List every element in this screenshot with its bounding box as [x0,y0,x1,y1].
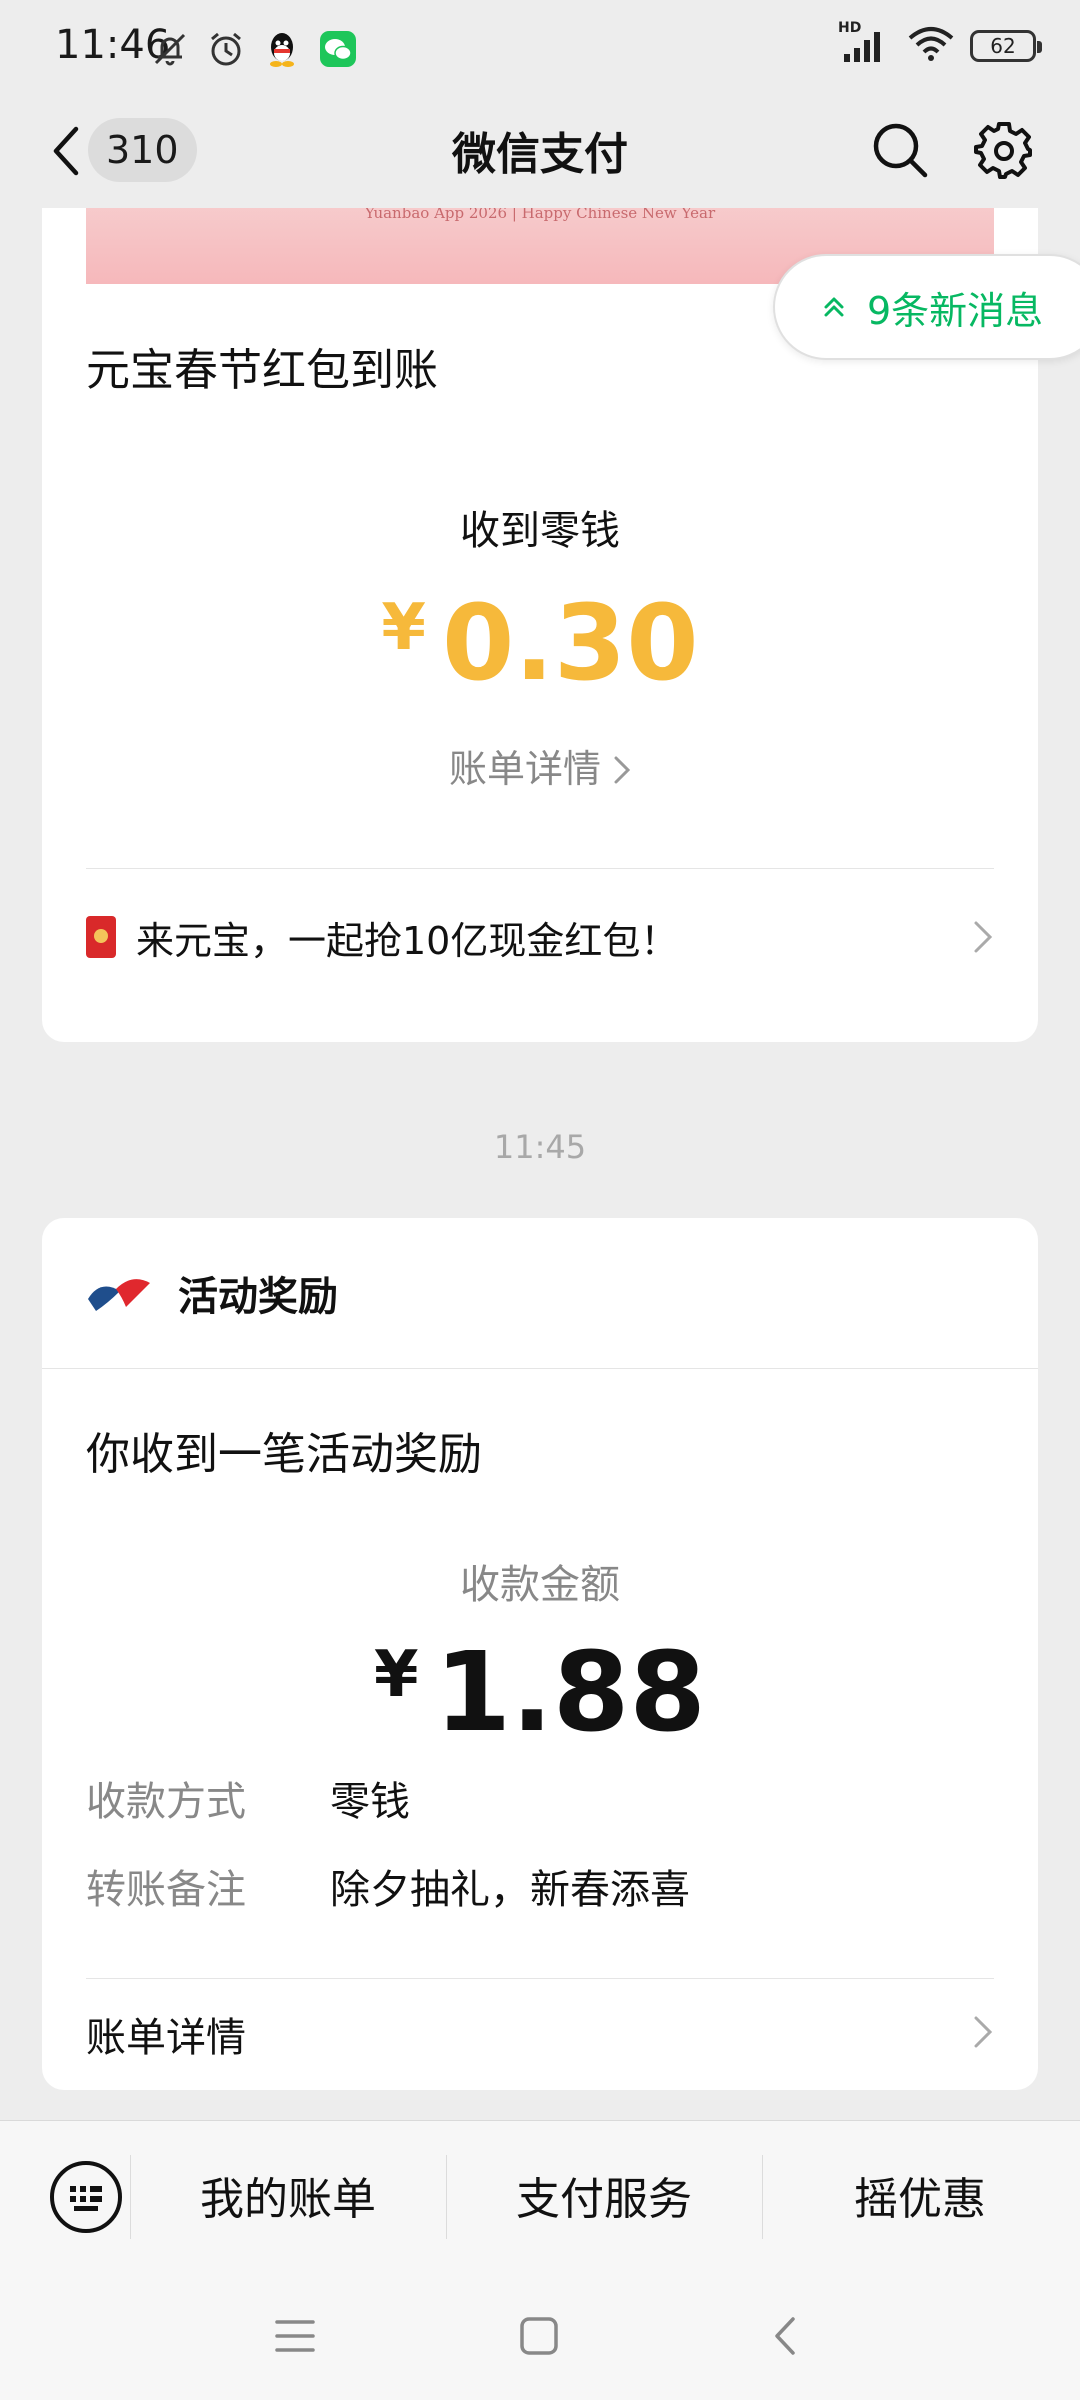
chevron-right-icon [613,750,631,794]
system-back-button[interactable] [750,2304,820,2368]
menu-my-bills[interactable]: 我的账单 [130,2149,446,2241]
card-source-title: 活动奖励 [178,1274,338,1320]
unread-count-badge[interactable]: 310 [88,118,197,182]
keyboard-icon [50,2161,122,2233]
notification-icons [148,26,360,72]
nav-bar: 310 微信支付 [0,96,1080,208]
keyboard-toggle-button[interactable] [28,2157,144,2237]
settings-button[interactable] [968,114,1040,186]
divider [86,1978,994,1979]
amount-value: 1.88 [434,1628,706,1756]
menu-shake-discounts[interactable]: 摇优惠 [762,2149,1078,2241]
transfer-note-row: 转账备注 除夕抽礼，新春添喜 [86,1856,690,1916]
chevron-right-icon [972,2014,994,2054]
chevron-left-icon [53,126,79,176]
chevron-right-icon [954,919,994,955]
bill-detail-label: 账单详情 [448,747,601,791]
red-packet-icon [86,916,116,958]
signal-icon: HD [838,20,892,66]
promo-link-row[interactable]: 来元宝，一起抢10亿现金红包！ [86,878,994,996]
battery-icon: 62 [970,30,1042,62]
alarm-icon [204,27,248,71]
wechat-icon [316,27,360,71]
currency-symbol: ¥ [381,591,426,665]
card-header: 活动奖励 [42,1218,1038,1368]
bill-detail-row[interactable]: 账单详情 [86,1980,994,2088]
status-bar: 11:46 HD 62 [0,0,1080,96]
system-status-icons: HD 62 [838,20,1042,68]
transfer-note-key: 转账备注 [86,1867,246,1913]
currency-symbol: ¥ [374,1638,419,1712]
promo-text: 来元宝，一起抢10亿现金红包！ [136,918,679,963]
payment-method-value: 零钱 [330,1779,410,1825]
hd-label: HD [838,20,862,36]
new-messages-label: 9条新消息 [867,288,1044,333]
received-amount: ¥0.30 [42,582,1038,704]
square-icon [520,2317,558,2355]
message-list[interactable]: Yuanbao App 2026 | Happy Chinese New Yea… [0,208,1080,2120]
new-messages-button[interactable]: 9条新消息 [773,254,1080,360]
system-navigation-bar [0,2270,1080,2400]
bottom-menu-bar: 我的账单 支付服务 摇优惠 [0,2120,1080,2270]
wifi-icon [906,24,956,68]
amount-label: 收款金额 [460,1562,620,1608]
search-button[interactable] [864,114,936,186]
home-button[interactable] [504,2304,574,2368]
message-timestamp: 11:45 [493,1128,587,1166]
back-button[interactable] [36,118,96,184]
reward-message-card[interactable]: 活动奖励 你收到一笔活动奖励 收款金额 ¥1.88 收款方式 零钱 转账备注 除… [42,1218,1038,2090]
message-title: 元宝春节红包到账 [86,345,438,396]
reward-logo-icon [88,1279,150,1311]
transfer-note-value: 除夕抽礼，新春添喜 [330,1867,690,1913]
divider [86,868,994,869]
amount-value: 0.30 [441,582,699,704]
menu-payment-services[interactable]: 支付服务 [446,2149,762,2241]
gear-icon [974,122,1032,179]
divider [42,1368,1038,1369]
menu-icon [275,2320,315,2352]
qq-icon [260,27,304,71]
message-title: 你收到一笔活动奖励 [86,1429,482,1480]
double-chevron-up-icon [823,295,845,319]
chevron-left-icon [775,2317,795,2355]
recent-apps-button[interactable] [260,2304,330,2368]
bill-detail-link[interactable]: 账单详情 [42,738,1038,794]
received-label: 收到零钱 [460,508,620,554]
payment-method-row: 收款方式 零钱 [86,1768,410,1828]
received-amount: ¥1.88 [42,1628,1038,1756]
search-icon [873,123,928,178]
bell-muted-icon [148,27,192,71]
battery-level: 62 [990,34,1016,58]
payment-method-key: 收款方式 [86,1779,246,1825]
bill-detail-label: 账单详情 [86,2015,246,2061]
banner-text: Yuanbao App 2026 | Happy Chinese New Yea… [364,208,716,222]
